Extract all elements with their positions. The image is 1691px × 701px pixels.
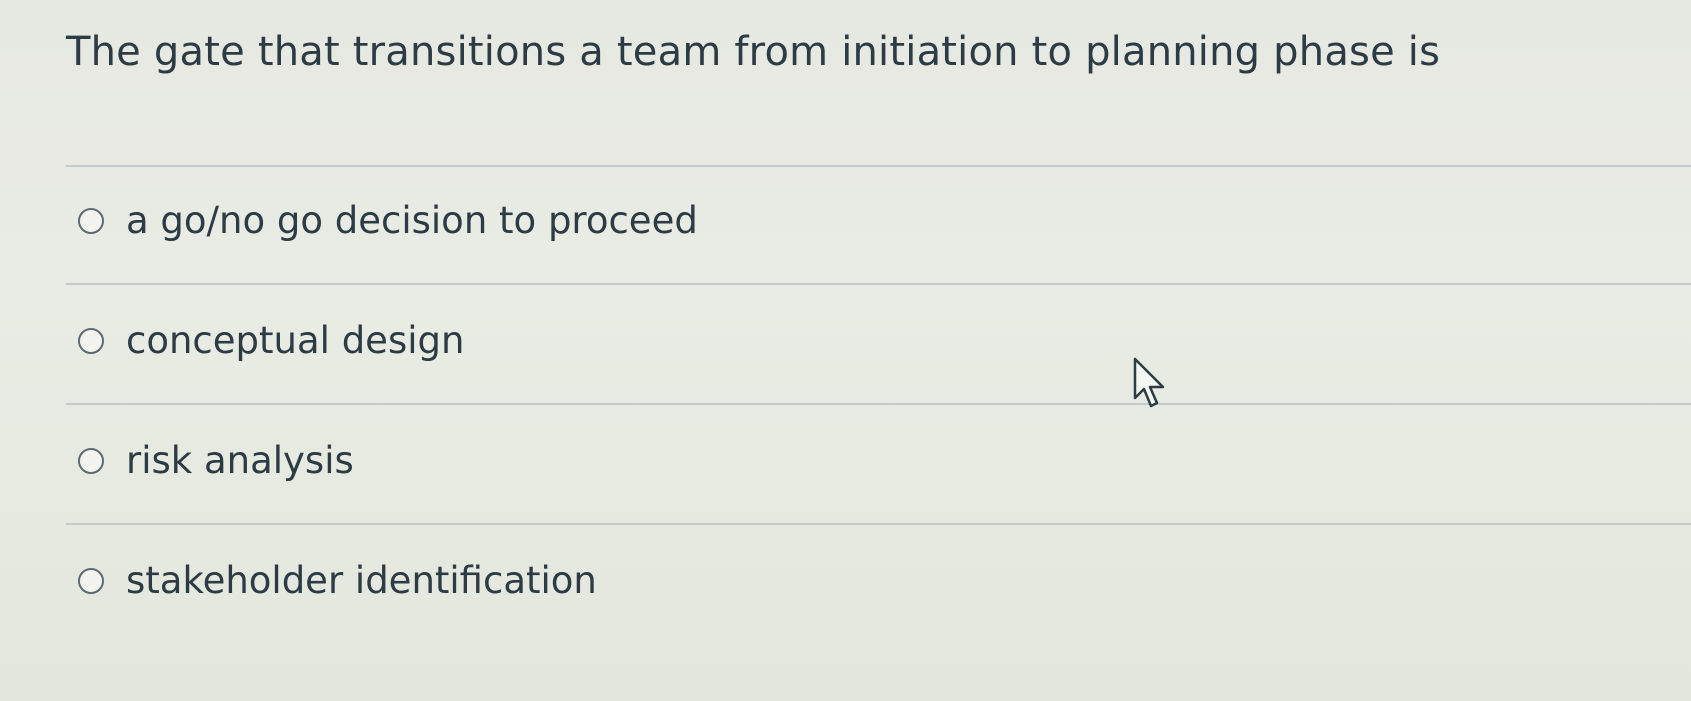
pointer-cursor-icon: [1133, 357, 1165, 408]
divider: [66, 403, 1691, 405]
radio-button[interactable]: [78, 208, 104, 234]
radio-button[interactable]: [78, 568, 104, 594]
answer-option-3[interactable]: risk analysis: [78, 433, 354, 489]
answer-label: conceptual design: [126, 319, 465, 362]
answer-option-4[interactable]: stakeholder identification: [78, 553, 597, 609]
answer-option-2[interactable]: conceptual design: [78, 313, 464, 369]
divider: [66, 523, 1691, 525]
radio-button[interactable]: [78, 448, 104, 474]
divider: [66, 165, 1691, 167]
radio-button[interactable]: [78, 328, 104, 354]
quiz-question: The gate that transitions a team from in…: [0, 0, 1691, 701]
answer-option-1[interactable]: a go/no go decision to proceed: [78, 193, 698, 249]
answer-label: a go/no go decision to proceed: [126, 199, 698, 242]
question-text: The gate that transitions a team from in…: [66, 29, 1441, 75]
answer-label: risk analysis: [126, 439, 354, 482]
answer-label: stakeholder identification: [126, 559, 597, 602]
divider: [66, 283, 1691, 285]
